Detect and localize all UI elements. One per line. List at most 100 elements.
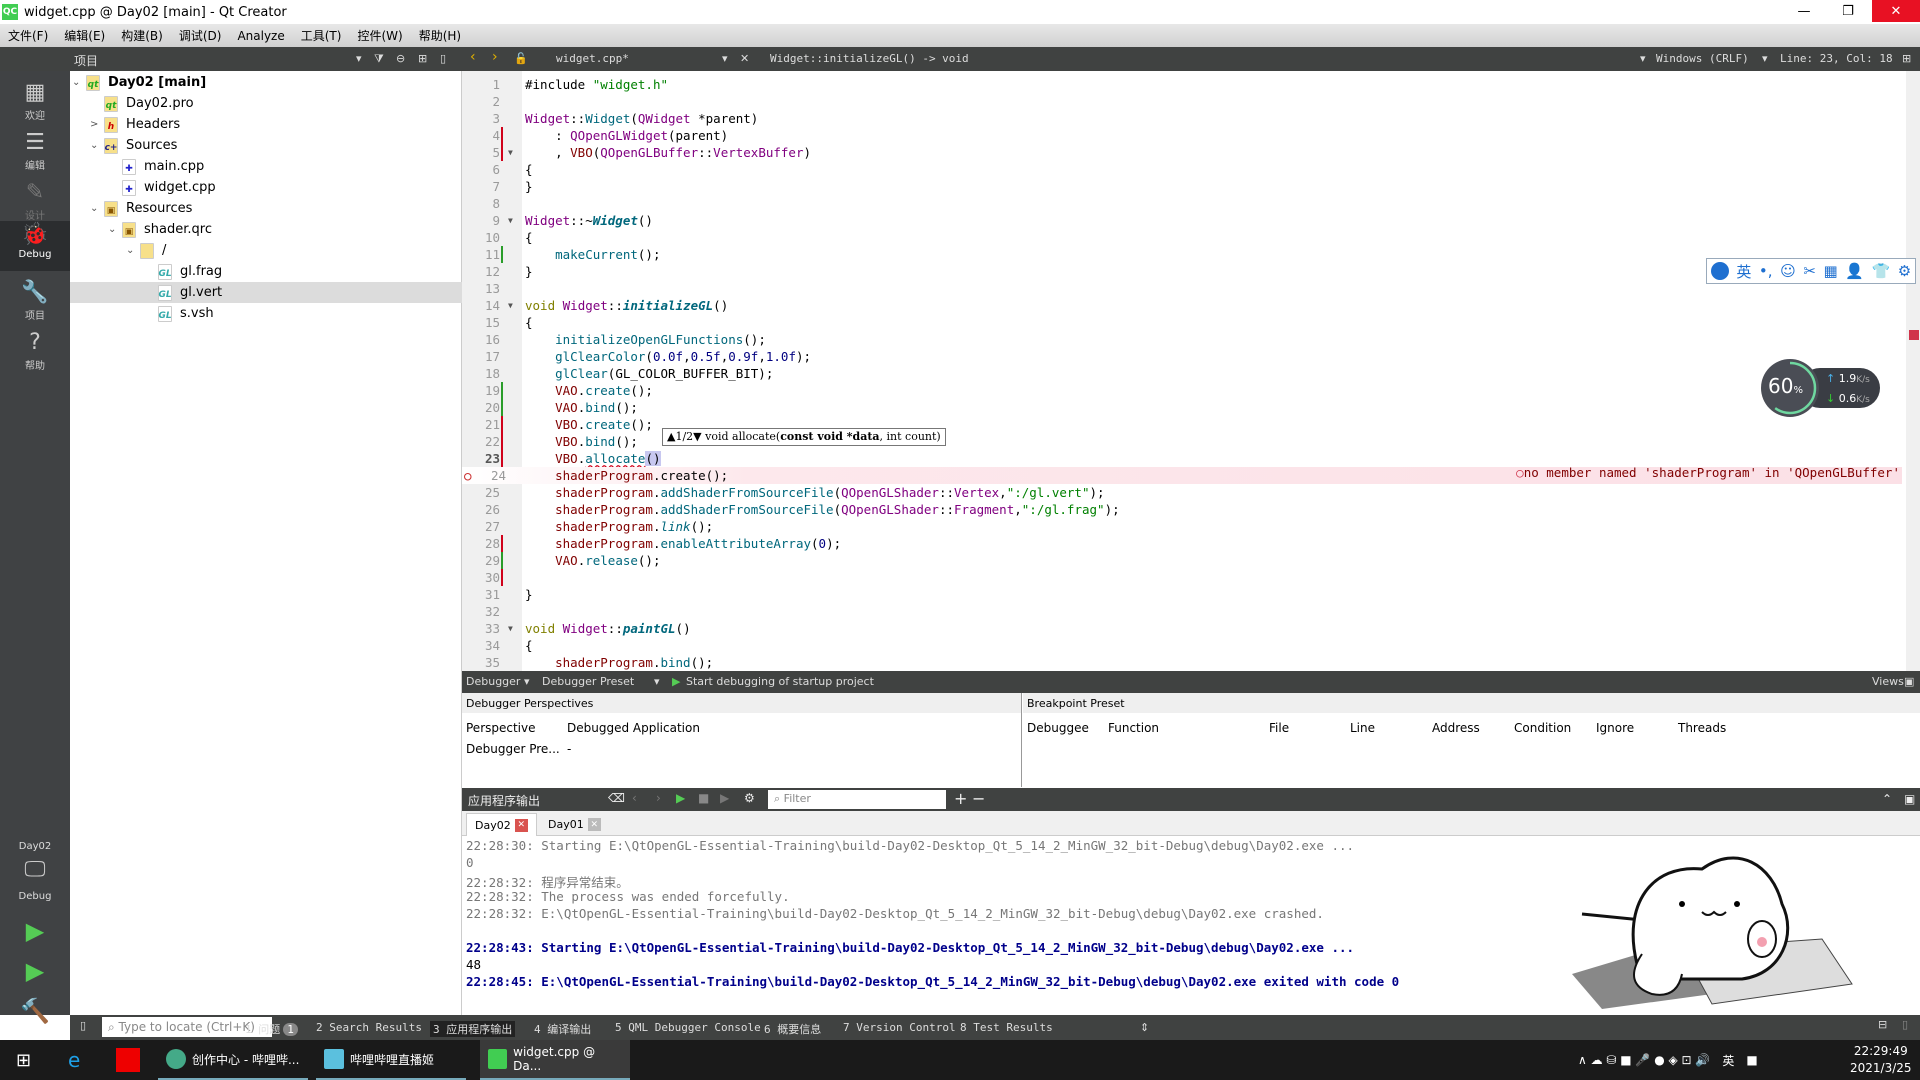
line-number[interactable]: 28	[462, 535, 500, 552]
line-number[interactable]: 32	[462, 603, 500, 620]
projects-dropdown[interactable]: ▾	[356, 52, 362, 65]
close-file-icon[interactable]: ✕	[740, 52, 749, 65]
menu-item[interactable]: 构建(B)	[121, 27, 163, 44]
line-number[interactable]: 12	[462, 263, 500, 280]
chevron-down-icon[interactable]: ⌄	[126, 245, 140, 256]
breakpoint-icon[interactable]: ○	[464, 467, 472, 484]
fold-icon[interactable]: ▼	[508, 620, 513, 637]
encoding-dropdown-icon[interactable]: ▾	[1762, 52, 1768, 65]
line-number[interactable]: 23	[462, 450, 500, 467]
ime-tool-icon[interactable]: ⚙	[1898, 262, 1911, 280]
chevron-down-icon[interactable]: ⌄	[90, 203, 104, 214]
ime-tool-icon[interactable]: ✂	[1803, 262, 1816, 280]
taskbar-app[interactable]: 哔哩哔哩直播姬	[316, 1040, 466, 1080]
line-number[interactable]: 16	[462, 331, 500, 348]
preset-combo[interactable]: Debugger Preset	[542, 675, 634, 688]
menu-item[interactable]: 工具(T)	[301, 27, 342, 44]
filter-input[interactable]: ⌕ Filter	[768, 790, 946, 809]
application-output[interactable]: 22:28:30: Starting E:\QtOpenGL-Essential…	[462, 836, 1920, 1015]
line-number[interactable]: 21	[462, 416, 500, 433]
line-number[interactable]: 7	[462, 178, 500, 195]
tree-item[interactable]: GL s.vsh	[70, 303, 462, 324]
forward-icon[interactable]: ›	[492, 49, 498, 65]
output-pane-button[interactable]: 7 Version Control	[843, 1021, 956, 1034]
link-icon[interactable]: ⊖	[396, 52, 405, 65]
mode-wrench[interactable]: 🔧 项目	[0, 279, 70, 329]
clear-icon[interactable]: ⌫	[608, 791, 625, 805]
output-pane-button[interactable]: 4 编译输出	[534, 1021, 591, 1037]
line-number[interactable]: 33	[462, 620, 500, 637]
system-tray[interactable]: ∧ ☁ ⛁ ■ 🎤 ● ◈ ⊡ 🔊 英 ■	[1570, 1040, 1766, 1080]
line-number[interactable]: 15	[462, 314, 500, 331]
line-number[interactable]: 5	[462, 144, 500, 161]
tree-item[interactable]: ✚ main.cpp	[70, 156, 462, 177]
menu-item[interactable]: 帮助(H)	[419, 27, 461, 44]
kit-selector-monitor-icon[interactable]: 🖵	[0, 857, 70, 882]
tree-item[interactable]: GL gl.frag	[70, 261, 462, 282]
tree-item[interactable]: ⌄ /	[70, 240, 462, 261]
mode-bug[interactable]: 🐞 Debug	[0, 221, 70, 271]
ime-logo-icon[interactable]	[1710, 262, 1729, 280]
menu-item[interactable]: 文件(F)	[8, 27, 48, 44]
line-number[interactable]: 25	[462, 484, 500, 501]
build-icon[interactable]: 🔨	[0, 997, 70, 1025]
views-button[interactable]: Views	[1872, 675, 1904, 688]
line-number[interactable]: 31	[462, 586, 500, 603]
debug-run-icon[interactable]: ▶	[720, 791, 729, 805]
app-red-icon[interactable]	[116, 1048, 140, 1072]
chevron-right-icon[interactable]: >	[90, 119, 104, 130]
close-tab-icon[interactable]: ✕	[587, 818, 601, 831]
line-number[interactable]: 4	[462, 127, 500, 144]
fold-icon[interactable]: ▼	[508, 212, 513, 229]
chevron-down-icon[interactable]: ⌄	[72, 77, 86, 88]
back-icon[interactable]: ‹	[470, 49, 476, 65]
toggle-sidebar-icon[interactable]: ▯	[80, 1019, 86, 1032]
mode-edit[interactable]: ☰ 编辑	[0, 129, 70, 179]
close-pane-icon[interactable]: ▣	[1904, 792, 1915, 806]
close-tab-icon[interactable]: ✕	[514, 818, 528, 832]
maximize-pane-icon[interactable]: ⌃	[1882, 792, 1892, 806]
perspective-cell[interactable]: Debugger Pre...	[466, 742, 560, 756]
line-number[interactable]: 18	[462, 365, 500, 382]
output-pane-button[interactable]: 2 Search Results	[316, 1021, 422, 1034]
close-button[interactable]: ✕	[1872, 0, 1920, 22]
symbol-dropdown-icon[interactable]: ▾	[1640, 52, 1646, 65]
line-number[interactable]: 20	[462, 399, 500, 416]
prev-icon[interactable]: ‹	[632, 791, 637, 805]
ie-icon[interactable]: e	[60, 1040, 88, 1080]
views-menu-icon[interactable]: ▣	[1904, 675, 1914, 688]
minimize-button[interactable]: —	[1782, 0, 1826, 22]
ime-tool-icon[interactable]: 英	[1736, 261, 1751, 282]
menu-item[interactable]: 编辑(E)	[64, 27, 105, 44]
column-header[interactable]: Debugged Application	[567, 721, 700, 735]
taskbar-app[interactable]: widget.cpp @ Da...	[480, 1040, 630, 1080]
next-icon[interactable]: ›	[656, 791, 661, 805]
menu-item[interactable]: 控件(W)	[357, 27, 402, 44]
line-number[interactable]: 34	[462, 637, 500, 654]
tree-item[interactable]: ⌄ ▣ shader.qrc	[70, 219, 462, 240]
line-number[interactable]: 14	[462, 297, 500, 314]
file-dropdown-icon[interactable]: ▾	[722, 52, 728, 65]
output-pane-button[interactable]: 6 概要信息	[764, 1021, 821, 1037]
tree-item[interactable]: ⌄ c+ Sources	[70, 135, 462, 156]
tree-item[interactable]: GL gl.vert	[70, 282, 462, 303]
column-header[interactable]: Perspective	[466, 721, 536, 735]
line-number[interactable]: 27	[462, 518, 500, 535]
stop-icon[interactable]: ■	[698, 791, 709, 805]
output-tab[interactable]: Day02 ✕	[466, 813, 537, 836]
tree-item[interactable]: ✚ widget.cpp	[70, 177, 462, 198]
ime-tool-icon[interactable]: ☺	[1780, 262, 1796, 280]
line-number[interactable]: 9	[462, 212, 500, 229]
tree-item[interactable]: ⌄ ▣ Resources	[70, 198, 462, 219]
line-number[interactable]: 26	[462, 501, 500, 518]
pane-scroll-icon[interactable]: ⇕	[1140, 1021, 1149, 1034]
start-button[interactable]: ⊞	[8, 1040, 39, 1080]
output-tab[interactable]: Day01 ✕	[540, 813, 609, 836]
cursor-position[interactable]: Line: 23, Col: 18	[1780, 52, 1893, 65]
line-number[interactable]: 2	[462, 93, 500, 110]
column-header[interactable]: Address	[1432, 721, 1480, 735]
line-number[interactable]: 19	[462, 382, 500, 399]
ime-tool-icon[interactable]: •,	[1759, 262, 1773, 280]
line-number[interactable]: 13	[462, 280, 500, 297]
close-sidebar-icon[interactable]: ▯	[440, 52, 446, 65]
